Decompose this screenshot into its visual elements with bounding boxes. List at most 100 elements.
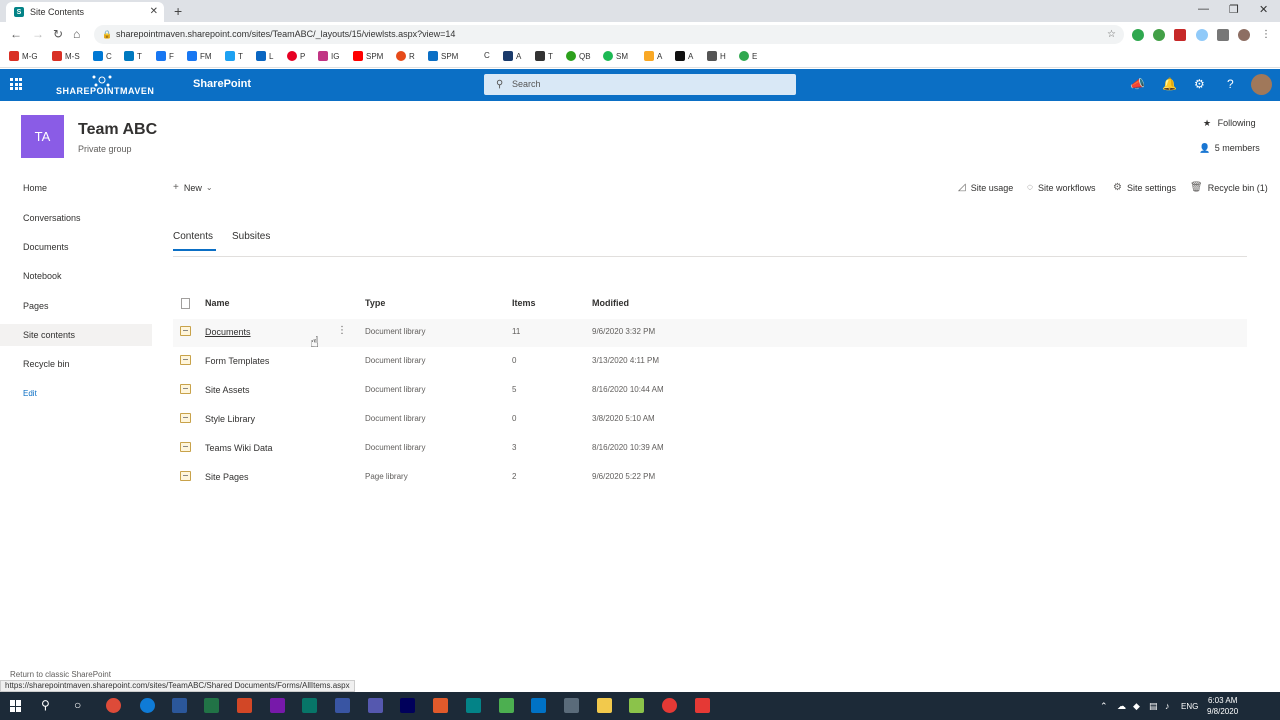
bookmark[interactable]: L xyxy=(256,51,273,61)
close-tab-icon[interactable]: ✕ xyxy=(150,6,158,17)
visio-app-icon[interactable] xyxy=(335,698,350,713)
word-app-icon[interactable] xyxy=(172,698,187,713)
search-icon[interactable]: ⚲ xyxy=(41,698,50,712)
bookmark[interactable]: F xyxy=(156,51,174,61)
forward-icon[interactable]: → xyxy=(32,27,44,41)
tab-subsites[interactable]: Subsites xyxy=(232,231,270,242)
settings-gear-icon[interactable]: ⚙ xyxy=(1194,77,1205,91)
minimize-icon[interactable]: — xyxy=(1198,3,1209,15)
more-options-icon[interactable]: ⋮ xyxy=(337,325,347,336)
sharepoint-app-icon[interactable] xyxy=(466,698,481,713)
brand-logo[interactable]: SHAREPOINTMAVEN xyxy=(56,75,154,96)
new-button[interactable]: + New ⌄ xyxy=(173,182,218,193)
volume-icon[interactable]: ♪ xyxy=(1165,701,1170,711)
bookmark[interactable]: C xyxy=(484,51,490,60)
network-icon[interactable]: ▤ xyxy=(1149,701,1158,712)
bookmark[interactable]: T xyxy=(225,51,243,61)
item-name-link[interactable]: Form Templates xyxy=(205,356,269,366)
nav-item-notebook[interactable]: Notebook xyxy=(0,265,152,287)
bookmark[interactable]: A xyxy=(675,51,693,61)
bookmark[interactable]: A xyxy=(503,51,521,61)
bookmark[interactable]: R xyxy=(396,51,415,61)
table-row[interactable]: Form Templates Document library 0 3/13/2… xyxy=(173,348,1247,376)
restore-icon[interactable]: ❐ xyxy=(1229,3,1239,16)
app-title[interactable]: SharePoint xyxy=(193,78,251,90)
item-name-link[interactable]: Site Assets xyxy=(205,385,250,395)
bookmark[interactable]: C xyxy=(93,51,112,61)
app-launcher-icon[interactable] xyxy=(10,78,22,90)
tray-chevron-icon[interactable]: ⌃ xyxy=(1100,701,1108,712)
bookmark[interactable]: FM xyxy=(187,51,212,61)
table-row[interactable]: Site Pages Page library 2 9/6/2020 5:22 … xyxy=(173,464,1247,492)
profile-avatar[interactable] xyxy=(1238,29,1250,41)
tab-contents[interactable]: Contents xyxy=(173,231,213,242)
user-avatar[interactable] xyxy=(1251,74,1272,95)
file-explorer-app-icon[interactable] xyxy=(597,698,612,713)
project-app-icon[interactable] xyxy=(302,698,317,713)
bookmark[interactable]: SPM xyxy=(428,51,458,61)
site-title[interactable]: Team ABC xyxy=(78,121,157,139)
home-icon[interactable]: ⌂ xyxy=(73,27,80,41)
new-tab-icon[interactable]: + xyxy=(174,3,182,19)
app-icon[interactable] xyxy=(662,698,677,713)
table-row[interactable]: Teams Wiki Data Document library 3 8/16/… xyxy=(173,435,1247,463)
extensions-puzzle-icon[interactable] xyxy=(1217,29,1229,41)
item-name-link[interactable]: Style Library xyxy=(205,414,255,424)
bookmark[interactable]: IG xyxy=(318,51,339,61)
site-workflows-button[interactable]: ◌ Site workflows xyxy=(1027,182,1095,193)
browser-tab[interactable]: S Site Contents ✕ xyxy=(6,2,164,22)
powerpoint-app-icon[interactable] xyxy=(237,698,252,713)
site-settings-button[interactable]: ⚙ Site settings xyxy=(1113,182,1176,193)
help-icon[interactable]: ? xyxy=(1227,77,1234,91)
bookmark-star-icon[interactable]: ☆ xyxy=(1107,25,1116,44)
notifications-bell-icon[interactable]: 🔔 xyxy=(1162,77,1177,91)
nav-item-conversations[interactable]: Conversations xyxy=(0,207,152,229)
table-row[interactable]: Documents ⋮ Document library 11 9/6/2020… xyxy=(173,319,1247,347)
app-icon[interactable] xyxy=(629,698,644,713)
snagit-app-icon[interactable] xyxy=(433,698,448,713)
nav-item-documents[interactable]: Documents xyxy=(0,236,152,258)
site-usage-button[interactable]: ◿ Site usage xyxy=(958,182,1013,193)
browser-menu-icon[interactable]: ⋮ xyxy=(1260,29,1272,41)
follow-button[interactable]: ★ Following xyxy=(1203,118,1256,129)
item-name-link[interactable]: Site Pages xyxy=(205,472,249,482)
bookmark[interactable]: M-G xyxy=(9,51,38,61)
column-header-items[interactable]: Items xyxy=(512,298,536,308)
nav-item-site-contents[interactable]: Site contents xyxy=(0,324,152,346)
edge-app-icon[interactable] xyxy=(140,698,155,713)
audition-app-icon[interactable] xyxy=(400,698,415,713)
column-header-modified[interactable]: Modified xyxy=(592,298,629,308)
extension-icon[interactable] xyxy=(1196,29,1208,41)
table-row[interactable]: Site Assets Document library 5 8/16/2020… xyxy=(173,377,1247,405)
column-header-type[interactable]: Type xyxy=(365,298,385,308)
bookmark[interactable]: M-S xyxy=(52,51,80,61)
search-box[interactable]: ⚲ Search xyxy=(484,74,796,95)
evernote-extension-icon[interactable] xyxy=(1132,29,1144,41)
outlook-app-icon[interactable] xyxy=(531,698,546,713)
bookmark[interactable]: SM xyxy=(603,51,628,61)
bookmark[interactable]: A xyxy=(644,51,662,61)
calculator-app-icon[interactable] xyxy=(564,698,579,713)
recycle-bin-button[interactable]: 🗑 Recycle bin (1) xyxy=(1190,182,1268,193)
onenote-app-icon[interactable] xyxy=(270,698,285,713)
windows-start-icon[interactable] xyxy=(10,700,22,712)
url-field[interactable]: 🔒 sharepointmaven.sharepoint.com/sites/T… xyxy=(94,25,1124,44)
item-name-link[interactable]: Documents xyxy=(205,327,251,337)
app-icon[interactable] xyxy=(695,698,710,713)
back-icon[interactable]: ← xyxy=(10,27,22,41)
column-header-name[interactable]: Name xyxy=(205,298,230,308)
bookmark[interactable]: QB xyxy=(566,51,591,61)
table-row[interactable]: Style Library Document library 0 3/8/202… xyxy=(173,406,1247,434)
nav-item-home[interactable]: Home xyxy=(0,177,152,199)
bookmark[interactable]: SPM xyxy=(353,51,383,61)
extension-icon[interactable] xyxy=(1174,29,1186,41)
bookmark[interactable]: H xyxy=(707,51,726,61)
dropbox-icon[interactable]: ◆ xyxy=(1133,701,1140,712)
teams-app-icon[interactable] xyxy=(368,698,383,713)
window-close-icon[interactable]: ✕ xyxy=(1259,3,1268,16)
clock-date[interactable]: 9/8/2020 xyxy=(1207,707,1238,716)
camtasia-app-icon[interactable] xyxy=(499,698,514,713)
extension-icon[interactable] xyxy=(1153,29,1165,41)
site-logo[interactable]: TA xyxy=(21,115,64,158)
item-name-link[interactable]: Teams Wiki Data xyxy=(205,443,273,453)
